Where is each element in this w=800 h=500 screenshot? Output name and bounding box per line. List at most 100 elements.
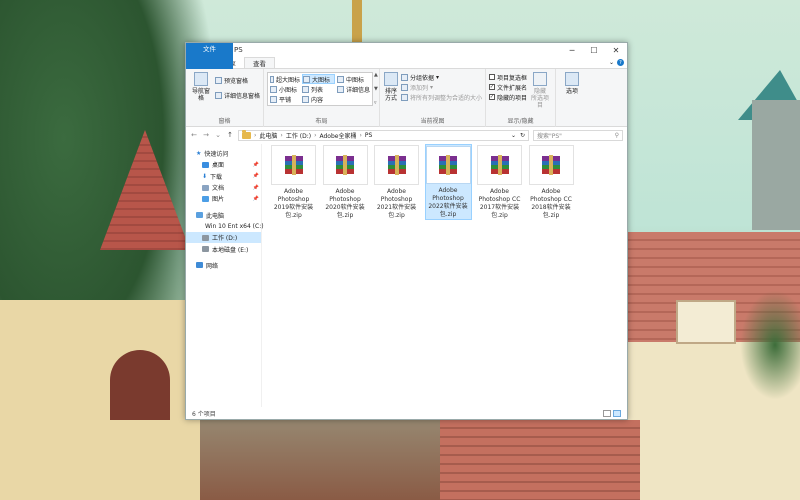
- group-by-label: 分组依据: [409, 74, 434, 82]
- breadcrumb-drive-d[interactable]: 工作 (D:): [286, 131, 311, 140]
- search-input[interactable]: 搜索"PS": [537, 131, 562, 140]
- close-button[interactable]: ✕: [605, 43, 627, 57]
- up-arrow-icon[interactable]: ↑: [226, 131, 234, 139]
- breadcrumb-ps[interactable]: PS: [365, 132, 372, 139]
- nav-drive-item[interactable]: 工作 (D:): [186, 232, 261, 244]
- maximize-button[interactable]: ☐: [583, 43, 605, 57]
- details-pane-icon: [214, 91, 222, 99]
- expand-icon[interactable]: ▿: [374, 100, 378, 106]
- add-columns-button[interactable]: 添加列 ▾: [400, 82, 482, 92]
- nav-quick-access[interactable]: ★ 快速访问: [186, 148, 261, 159]
- tree-right: [740, 290, 800, 400]
- file-item[interactable]: Adobe Photoshop 2021软件安装包.zip: [373, 144, 420, 220]
- file-thumbnail: [477, 145, 522, 185]
- navigation-pane-button[interactable]: 导航窗格: [189, 72, 213, 102]
- file-item[interactable]: Adobe Photoshop 2020软件安装包.zip: [322, 144, 369, 220]
- sort-by-button[interactable]: 排序方式: [383, 72, 399, 102]
- ribbon-group-options: 选项: [556, 69, 584, 127]
- breadcrumb-this-pc[interactable]: 此电脑: [259, 131, 277, 140]
- pin-icon: 📌: [252, 195, 259, 202]
- download-icon: ⬇: [202, 172, 208, 180]
- layout-option[interactable]: 内容: [302, 94, 335, 104]
- group-label-panes: 窗格: [218, 118, 231, 125]
- dropdown-arrow-icon: ▾: [430, 83, 434, 91]
- show-hide-checkbox[interactable]: 项目复选框: [489, 72, 527, 82]
- details-pane-button[interactable]: 详细信息窗格: [214, 90, 260, 100]
- file-item[interactable]: Adobe Photoshop CC 2017软件安装包.zip: [476, 144, 523, 220]
- file-name: Adobe Photoshop 2020软件安装包.zip: [325, 188, 365, 219]
- checkbox-label: 文件扩展名: [497, 84, 528, 92]
- add-columns-icon: [400, 83, 408, 91]
- options-button[interactable]: 选项: [559, 72, 585, 95]
- file-item[interactable]: Adobe Photoshop 2022软件安装包.zip: [424, 144, 472, 220]
- refresh-icon[interactable]: ↻: [520, 132, 525, 139]
- arch-left: [110, 350, 170, 420]
- checkbox-unchecked-icon[interactable]: [489, 74, 495, 80]
- nav-item-pictures[interactable]: 图片 📌: [186, 193, 261, 204]
- preview-pane-button[interactable]: 预览窗格: [214, 75, 260, 85]
- show-hide-checkbox[interactable]: ✓ 文件扩展名: [489, 82, 527, 92]
- checkbox-checked-icon[interactable]: ✓: [489, 84, 495, 90]
- search-box[interactable]: 搜索"PS" ⚲: [533, 129, 623, 141]
- drive-icon: [202, 234, 209, 241]
- forward-arrow-icon[interactable]: →: [202, 131, 210, 139]
- nav-item-desktop[interactable]: 桌面 📌: [186, 159, 261, 170]
- chevron-down-icon[interactable]: ⌄: [609, 59, 614, 66]
- search-icon: ⚲: [614, 131, 619, 139]
- nav-item-label: 下载: [210, 173, 223, 181]
- file-item[interactable]: Adobe Photoshop CC 2018软件安装包.zip: [528, 144, 575, 220]
- layout-option[interactable]: 详细信息: [337, 84, 370, 94]
- breadcrumb-adobe[interactable]: Adobe全家桶: [319, 131, 356, 140]
- navigation-pane: ★ 快速访问 桌面 📌 ⬇ 下载 📌 文档 📌 图片 📌 此电脑 Win 10 …: [186, 144, 264, 407]
- nav-drive-label: 本地磁盘 (E:): [212, 246, 249, 254]
- layout-option-label: 中图标: [346, 76, 365, 84]
- details-view-icon[interactable]: [603, 409, 611, 417]
- checkbox-label: 项目复选框: [497, 74, 528, 82]
- ribbon: 导航窗格 预览窗格 详细信息窗格 窗格 超大图标 大图标 中图标小图标 列表: [186, 69, 627, 127]
- recent-locations-icon[interactable]: ⌄: [214, 131, 222, 139]
- address-bar[interactable]: › 此电脑 › 工作 (D:) › Adobe全家桶 › PS ⌄ ↻: [238, 129, 529, 141]
- address-dropdown-icon[interactable]: ⌄: [511, 132, 516, 139]
- back-arrow-icon[interactable]: ←: [190, 131, 198, 139]
- group-by-button[interactable]: 分组依据 ▾: [400, 72, 482, 82]
- layout-option[interactable]: 平铺: [270, 94, 300, 104]
- spire: [352, 0, 362, 42]
- chevron-up-icon[interactable]: ▲: [374, 72, 378, 78]
- folder-icon: [242, 129, 251, 139]
- nav-item-label: 图片: [212, 196, 225, 204]
- chevron-down-icon[interactable]: ▼: [374, 86, 378, 92]
- hide-selected-label: 隐藏 所选项目: [531, 88, 550, 109]
- layout-option[interactable]: 超大图标: [270, 74, 300, 84]
- nav-item-downloads[interactable]: ⬇ 下载 📌: [186, 171, 261, 182]
- checkbox-checked-icon[interactable]: ✓: [489, 94, 495, 100]
- help-icon[interactable]: ?: [617, 59, 624, 66]
- layout-option-label: 超大图标: [275, 76, 300, 84]
- layout-gallery-scroll[interactable]: ▲ ▼ ▿: [374, 72, 378, 106]
- preview-pane-icon: [214, 76, 222, 84]
- layout-option-icon: [337, 75, 344, 83]
- show-hide-checkbox[interactable]: ✓ 隐藏的项目: [489, 92, 527, 102]
- file-item[interactable]: Adobe Photoshop 2019软件安装包.zip: [270, 144, 317, 220]
- minimize-button[interactable]: ─: [561, 43, 583, 57]
- large-icons-view-icon[interactable]: [613, 409, 621, 417]
- nav-this-pc[interactable]: 此电脑: [186, 209, 261, 220]
- window-controls: ─ ☐ ✕: [561, 43, 627, 57]
- layout-option-icon: [270, 75, 274, 83]
- pin-icon: 📌: [252, 161, 259, 168]
- fit-columns-button[interactable]: 将所有列调整为合适的大小: [400, 92, 482, 102]
- layout-option-icon: [303, 75, 310, 83]
- status-bar: 6 个项目: [186, 407, 627, 419]
- file-name: Adobe Photoshop 2022软件安装包.zip: [428, 187, 468, 218]
- nav-drive-item[interactable]: 本地磁盘 (E:): [186, 243, 261, 254]
- layout-option-label: 详细信息: [345, 86, 370, 94]
- nav-network[interactable]: 网络: [186, 260, 261, 271]
- nav-item-documents[interactable]: 文档 📌: [186, 182, 261, 193]
- tab-view[interactable]: 查看: [244, 57, 275, 68]
- hide-selected-button[interactable]: 隐藏 所选项目: [529, 72, 551, 109]
- layout-option[interactable]: 大图标: [302, 74, 335, 84]
- nav-drive-item[interactable]: Win 10 Ent x64 (C:): [186, 221, 264, 232]
- network-icon: [196, 262, 203, 269]
- layout-option[interactable]: 中图标: [337, 74, 370, 84]
- layout-option[interactable]: 列表: [302, 84, 335, 94]
- layout-option[interactable]: 小图标: [270, 84, 300, 94]
